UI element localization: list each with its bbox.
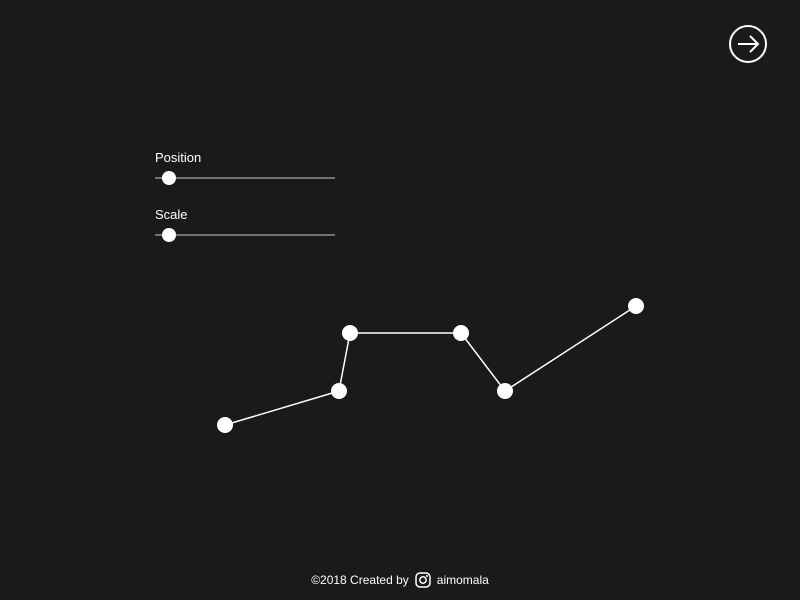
line-chart [0, 0, 800, 600]
instagram-icon[interactable] [415, 572, 431, 588]
chart-point[interactable] [453, 325, 469, 341]
chart-point[interactable] [497, 383, 513, 399]
chart-point[interactable] [217, 417, 233, 433]
chart-line [225, 306, 636, 425]
chart-point[interactable] [342, 325, 358, 341]
chart-point[interactable] [331, 383, 347, 399]
footer: ©2018 Created by aimomala [0, 572, 800, 588]
footer-handle[interactable]: aimomala [437, 573, 489, 587]
footer-prefix: ©2018 Created by [311, 573, 409, 587]
chart-point[interactable] [628, 298, 644, 314]
